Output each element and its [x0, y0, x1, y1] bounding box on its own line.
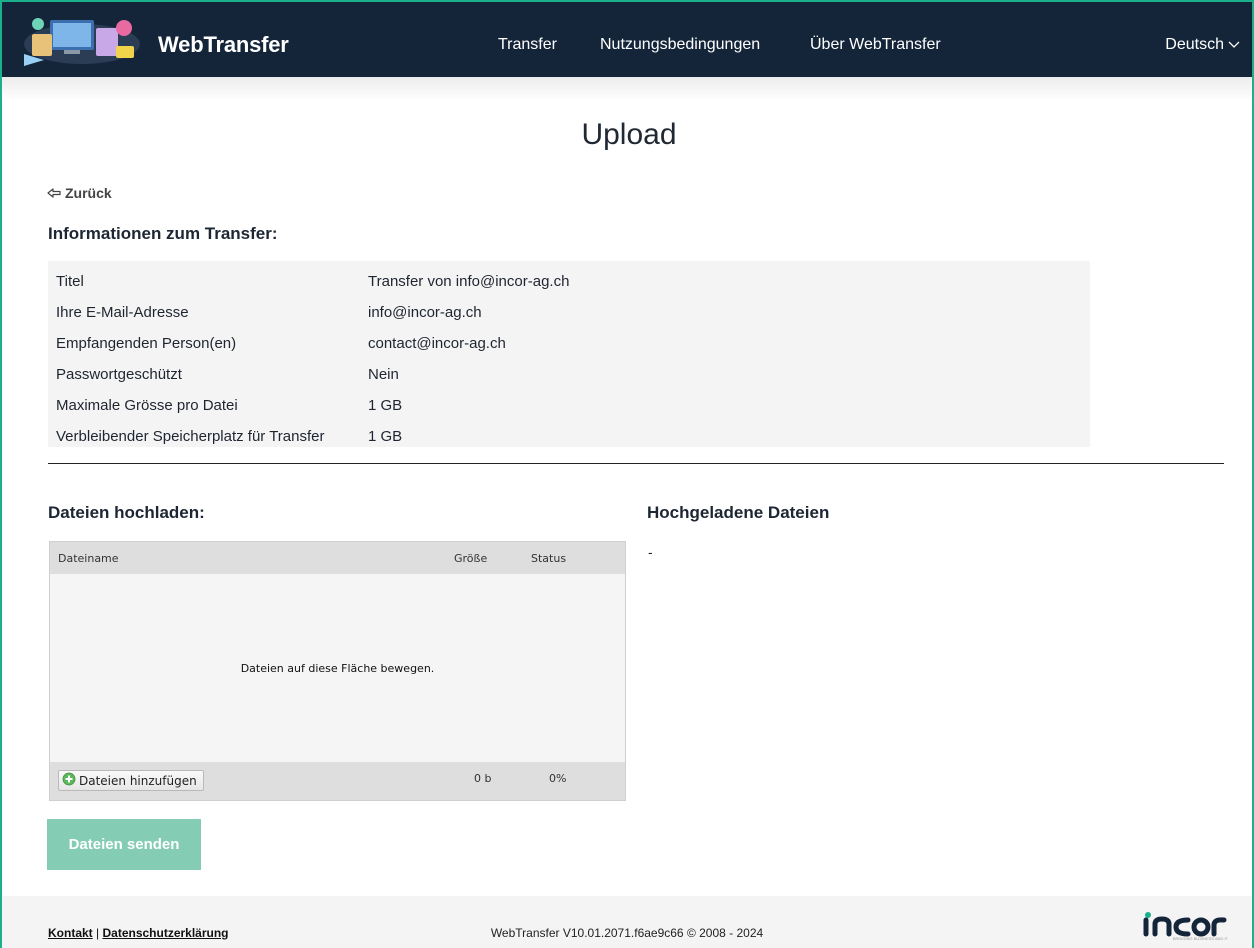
info-value: Transfer von info@incor-ag.ch — [368, 273, 570, 290]
total-progress: 0% — [549, 772, 567, 785]
drop-hint: Dateien auf diese Fläche bewegen. — [240, 661, 435, 675]
total-size: 0 b — [474, 772, 492, 785]
arrow-left-icon — [47, 185, 61, 201]
add-files-button[interactable]: Dateien hinzufügen — [58, 770, 204, 791]
uploaded-files-empty: - — [648, 544, 653, 560]
chevron-down-icon — [1228, 36, 1240, 54]
column-header-size: Größe — [454, 551, 488, 565]
uploader-footer: Dateien hinzufügen 0 b 0% — [50, 762, 625, 800]
brand-name[interactable]: WebTransfer — [158, 32, 289, 58]
language-selector[interactable]: Deutsch — [1165, 36, 1240, 54]
column-header-filename: Dateiname — [58, 551, 119, 565]
file-uploader: Dateiname Größe Status Dateien auf diese… — [49, 541, 626, 801]
info-row-email: Ihre E-Mail-Adresse info@incor-ag.ch — [48, 297, 1090, 328]
info-label: Passwortgeschützt — [56, 366, 182, 383]
info-heading: Informationen zum Transfer: — [48, 224, 278, 243]
info-row-password: Passwortgeschützt Nein — [48, 359, 1090, 390]
transfer-info-table: Titel Transfer von info@incor-ag.ch Ihre… — [48, 261, 1090, 447]
webtransfer-logo-icon[interactable] — [20, 10, 144, 68]
uploaded-files-heading: Hochgeladene Dateien — [647, 503, 830, 522]
version-text: WebTransfer V10.01.2071.f6ae9c66 © 2008 … — [490, 926, 764, 940]
info-value: Nein — [368, 366, 399, 383]
column-header-status: Status — [531, 551, 567, 565]
info-label: Maximale Grösse pro Datei — [56, 397, 238, 414]
info-value: info@incor-ag.ch — [368, 304, 482, 321]
section-divider — [48, 463, 1224, 464]
nav-item-transfer[interactable]: Transfer — [498, 36, 557, 54]
info-label: Titel — [56, 273, 84, 290]
page-footer: Kontakt | Datenschutzerklärung WebTransf… — [2, 896, 1252, 948]
top-navigation-bar: WebTransfer Transfer Nutzungsbedingungen… — [2, 0, 1252, 77]
logo-tagline: BRIDGING BUSINESS AND IT — [1172, 936, 1228, 941]
plus-circle-icon — [62, 772, 76, 789]
nav-item-about[interactable]: Über WebTransfer — [810, 36, 941, 54]
info-row-remaining-space: Verbleibender Speicherplatz für Transfer… — [48, 421, 1090, 452]
send-files-button[interactable]: Dateien senden — [47, 819, 201, 870]
page-title: Upload — [581, 118, 677, 151]
info-row-max-size: Maximale Grösse pro Datei 1 GB — [48, 390, 1090, 421]
info-label: Ihre E-Mail-Adresse — [56, 304, 189, 321]
info-label: Empfangenden Person(en) — [56, 335, 237, 352]
back-link[interactable]: Zurück — [47, 185, 112, 201]
info-value: 1 GB — [368, 397, 403, 414]
info-value: contact@incor-ag.ch — [368, 335, 506, 352]
info-row-recipients: Empfangenden Person(en) contact@incor-ag… — [48, 328, 1090, 359]
language-label: Deutsch — [1165, 36, 1224, 53]
file-drop-zone[interactable]: Dateien auf diese Fläche bewegen. — [50, 574, 625, 762]
nav-item-terms[interactable]: Nutzungsbedingungen — [600, 36, 760, 54]
info-label: Verbleibender Speicherplatz für Transfer — [56, 428, 325, 445]
info-row-title: Titel Transfer von info@incor-ag.ch — [48, 266, 1090, 297]
upload-heading: Dateien hochladen: — [48, 503, 205, 522]
info-value: 1 GB — [368, 428, 403, 445]
back-label: Zurück — [65, 185, 112, 201]
uploader-header: Dateiname Größe Status — [50, 542, 625, 574]
add-files-label: Dateien hinzufügen — [79, 773, 197, 788]
header-shadow — [2, 77, 1252, 101]
